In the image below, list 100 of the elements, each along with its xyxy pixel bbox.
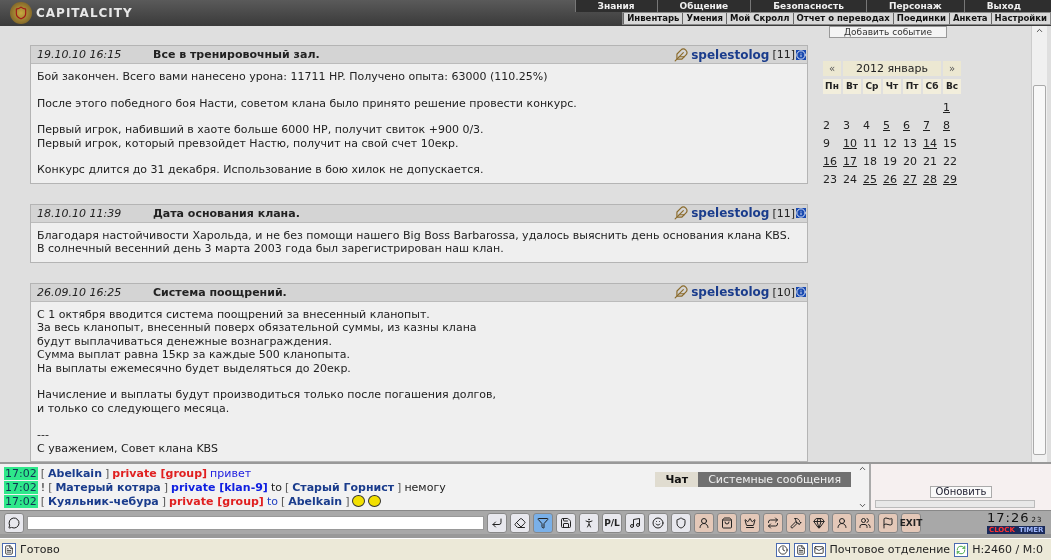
nickname-link[interactable]: Матерый котяра [55,480,161,494]
submenu-link[interactable]: Настройки [990,13,1050,24]
post-date: 19.10.10 16:15 [37,48,123,61]
pl-button[interactable]: P/L [602,512,622,533]
post-paragraph: --- С уважением, Совет клана KBS [37,428,219,455]
calendar-day-link[interactable]: 17 [843,153,861,171]
post-paragraph: Благодаря настойчивости Харольда, и не без помощи нашего Big Boss Barbarossa, удалось выяснить день основания клана KBS. В солнечный весенний день 3 марта 2003 года был зарегистрирован наш клан. [37,228,792,256]
bracket-text: [ [48,480,53,494]
post-paragraph: После этого победного боя Насти, советом клана было принято решение провести конкурс. [37,96,578,110]
previous-month-link[interactable]: « [823,61,841,76]
scroll-up-icon[interactable] [1035,26,1044,35]
calendar-day-number: 13 [903,136,918,152]
filter-icon[interactable] [533,512,553,533]
flag-icon[interactable] [878,512,898,533]
info-icon[interactable] [796,287,806,297]
refresh-button[interactable]: Обновить [930,486,992,498]
exit-button[interactable]: EXIT [901,512,921,533]
group-icon[interactable] [855,512,875,533]
scrollbar[interactable] [1031,26,1047,462]
bracket-text: [ [40,466,45,480]
chat-tab[interactable]: Чат [655,472,699,487]
scroll-down-icon[interactable] [857,501,867,510]
calendar-day-link[interactable]: 8 [943,117,961,135]
nickname-link[interactable]: Abelkain [48,466,102,480]
document-icon[interactable] [793,542,808,557]
post-paragraph: Конкурс длится до 31 декабря. Использование в бою хилок не допускается. [37,163,485,177]
post-paragraph: Первый игрок, набивший в хаоте больше 6000 HP, получит свиток +900 0/3. Первый игрок, который превзойдет Настю, получит на свой счет 10екр. [37,123,485,150]
calendar-day-link[interactable]: 10 [843,135,861,153]
horizontal-scrollbar[interactable] [875,500,1035,508]
info-icon[interactable] [796,208,806,218]
calendar-day-link[interactable]: 26 [883,171,901,189]
calendar-day-number: 18 [863,154,878,170]
calendar-day-link[interactable]: 6 [903,117,921,135]
author-link[interactable]: spelestolog [691,47,770,62]
chat-scrollbar[interactable] [855,464,869,510]
message-text: to [266,494,278,508]
calendar-day-link[interactable]: 27 [903,171,921,189]
add-event-button[interactable]: Добавить событие [829,26,947,38]
calendar-day-link[interactable]: 1 [943,99,961,117]
person-icon[interactable] [579,512,599,533]
save-icon[interactable] [556,512,576,533]
calendar-day-link[interactable]: 29 [943,171,961,189]
calendar-day-link[interactable]: 5 [883,117,901,135]
submenu-link[interactable]: Инвентарь [623,13,683,24]
refresh-icon[interactable] [954,542,969,557]
submenu-link[interactable]: Мой Скролл [725,13,793,24]
mail-icon[interactable] [811,542,826,557]
calendar-day-number: 2 [823,118,831,134]
calendar-day-number: 23 [823,172,838,188]
weekday-label: Пт [903,79,921,94]
submenu-link[interactable]: Отчет о переводах [792,13,893,24]
bag-icon[interactable] [717,512,737,533]
calendar-day-link[interactable]: 28 [923,171,941,189]
gem-icon[interactable] [809,512,829,533]
submenu-link[interactable]: Анкета [948,13,991,24]
author-link[interactable]: spelestolog [691,206,770,220]
calendar-day-link[interactable]: 25 [863,171,881,189]
bracket-text: ] [345,494,350,508]
user-icon[interactable] [832,512,852,533]
clock-icon[interactable] [775,542,790,557]
post-date: 26.09.10 16:25 [37,285,123,299]
eraser-icon[interactable] [510,512,530,533]
calendar-day-number: 3 [843,118,851,134]
mail-status: Почтовое отделение [829,543,951,556]
post-paragraph: Бой закончен. Всего вами нанесено урона: 11711 HP. Получено опыта: 63000 (110.25%) [37,70,549,84]
submenu-link[interactable]: Умения [682,13,726,24]
post-title: Дата основания клана. [153,206,301,220]
nickname-link[interactable]: Куяльник-чебура [48,494,159,508]
music-icon[interactable] [625,512,645,533]
nickname-link[interactable]: Старый Горнист [292,480,395,494]
calendar-day-number: 20 [903,154,918,170]
chat-input[interactable] [27,515,484,530]
scroll-up-icon[interactable] [857,464,867,473]
calendar-day-link[interactable]: 7 [923,117,941,135]
author-link[interactable]: spelestolog [691,285,770,299]
message-text: private [klan-9] [171,480,268,494]
weekday-label: Ср [863,79,881,94]
weekday-label: Вт [843,79,861,94]
enter-icon[interactable] [487,512,507,533]
bracket-text: [ [280,494,286,508]
exchange-icon[interactable] [763,512,783,533]
calendar-day-number: 4 [863,118,871,134]
next-month-link[interactable]: » [943,61,961,76]
message-text: private [group] [112,466,208,480]
calendar-day-number: 12 [883,136,898,152]
info-icon[interactable] [796,49,806,60]
quill-icon [674,206,689,220]
bracket-text: ] [161,494,167,508]
submenu-link[interactable]: Поединки [892,13,949,24]
crown-icon[interactable] [740,512,760,533]
message-text: немогу [404,480,446,494]
nickname-link[interactable]: Abelkain [288,494,343,508]
hammer-icon[interactable] [786,512,806,533]
calendar-day-link[interactable]: 16 [823,153,841,171]
author-level: [11] [772,206,795,220]
calendar-day-link[interactable]: 14 [923,135,941,153]
crest-icon [10,2,32,24]
post-date: 18.10.10 11:39 [37,206,123,220]
author-level: [11] [772,48,795,61]
chat-tab[interactable]: Системные сообщения [698,472,851,487]
